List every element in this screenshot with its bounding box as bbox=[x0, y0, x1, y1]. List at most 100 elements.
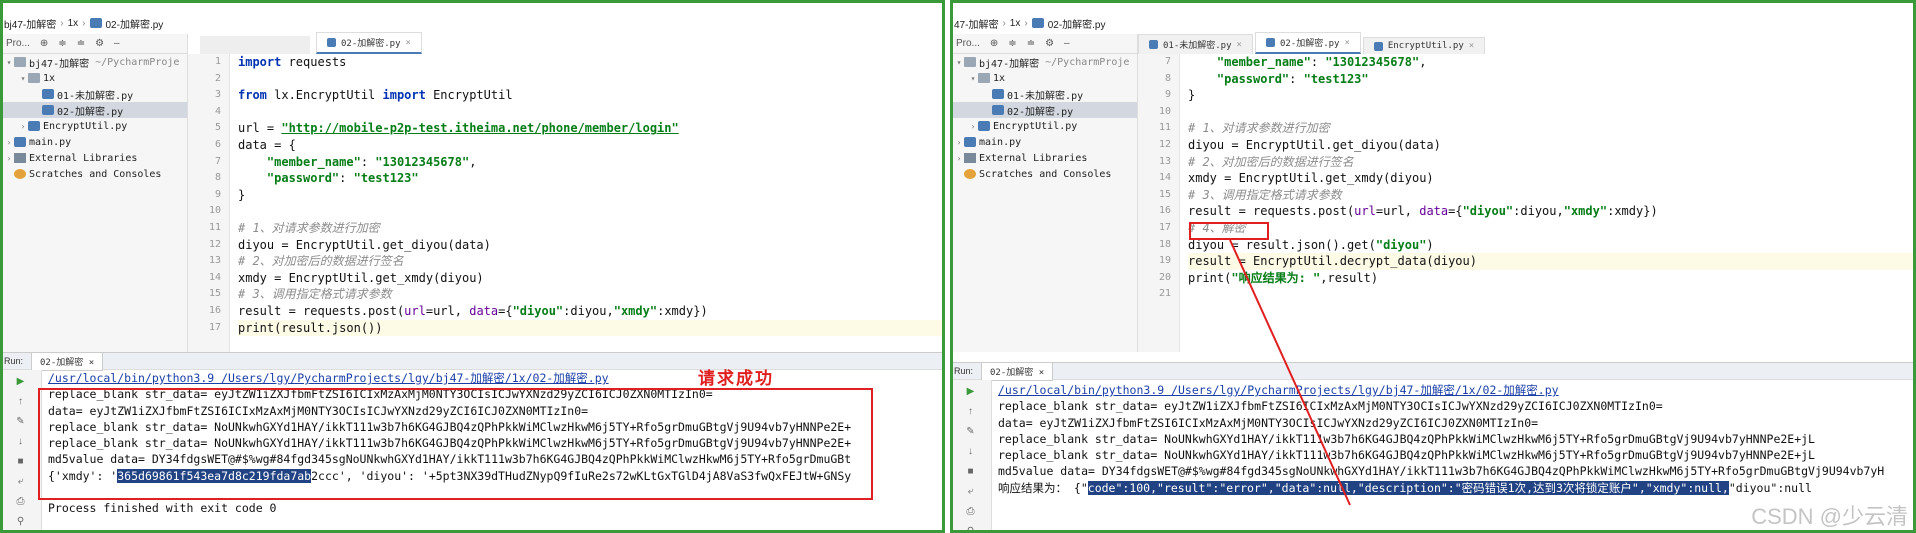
py-file-icon bbox=[89, 15, 102, 31]
chevron-icon[interactable]: › bbox=[4, 138, 14, 147]
expand-icon[interactable]: ≐ bbox=[77, 38, 85, 49]
tree-item[interactable]: › EncryptUtil.py bbox=[0, 118, 187, 134]
breadcrumb-file[interactable]: 02-加解密.py bbox=[106, 16, 164, 31]
print-icon[interactable]: ⎙ bbox=[967, 506, 975, 517]
tree-item[interactable]: Scratches and Consoles bbox=[0, 166, 187, 182]
tab-02-py[interactable]: 02-加解密.py × bbox=[1254, 32, 1361, 54]
tab-02-py[interactable]: 02-加解密.py × bbox=[316, 32, 422, 54]
tree-item[interactable]: ▾ 1x bbox=[950, 70, 1137, 86]
run-console[interactable]: /usr/local/bin/python3.9 /Users/lgy/Pych… bbox=[48, 370, 945, 533]
line-number: 9 bbox=[1164, 89, 1171, 101]
chevron-icon[interactable]: ▾ bbox=[18, 74, 28, 83]
tree-item[interactable]: ▾ 1x bbox=[0, 70, 187, 86]
breadcrumb-folder[interactable]: 1x bbox=[1010, 18, 1021, 29]
code-content[interactable]: import requests from lx.EncryptUtil impo… bbox=[238, 54, 945, 337]
tab-encryptutil-py[interactable]: EncryptUtil.py × bbox=[1362, 37, 1486, 54]
tree-item[interactable]: › main.py bbox=[950, 134, 1137, 150]
breadcrumb-project[interactable]: bj47-加解密 bbox=[4, 16, 56, 31]
down-icon[interactable]: ↓ bbox=[968, 446, 973, 457]
console-command[interactable]: /usr/local/bin/python3.9 /Users/lgy/Pych… bbox=[48, 370, 945, 386]
tree-item[interactable]: Scratches and Consoles bbox=[950, 166, 1137, 182]
chevron-icon[interactable]: › bbox=[954, 138, 964, 147]
tree-item[interactable]: 02-加解密.py bbox=[950, 102, 1137, 118]
chevron-icon[interactable]: › bbox=[968, 122, 978, 131]
tree-item[interactable]: ▾ bj47-加解密 ~/PycharmProje bbox=[0, 54, 187, 70]
close-icon[interactable]: × bbox=[1344, 38, 1349, 48]
py-file-icon bbox=[28, 121, 40, 131]
collapse-icon[interactable]: ≑ bbox=[58, 38, 66, 49]
code-editor[interactable]: 7 8 9 10 11 12 13 14 15 16 17 18 19 20 21 "member_name… bbox=[1138, 54, 1916, 352]
chevron-icon[interactable]: › bbox=[954, 154, 964, 163]
locate-icon[interactable]: ⊕ bbox=[990, 38, 998, 49]
run-toolbar: Run: 02-加解密 × bbox=[0, 351, 945, 371]
down-icon[interactable]: ↓ bbox=[18, 436, 23, 447]
pin-icon[interactable]: ⚲ bbox=[967, 526, 974, 533]
chevron-icon[interactable]: ▾ bbox=[4, 58, 14, 67]
hide-icon[interactable]: – bbox=[114, 38, 120, 49]
code-line: # 4、解密 bbox=[1188, 220, 1246, 235]
gear-icon[interactable]: ⚙ bbox=[95, 38, 104, 49]
tree-item[interactable]: 02-加解密.py bbox=[0, 102, 187, 118]
chevron-icon[interactable]: › bbox=[18, 122, 28, 131]
wrench-icon[interactable]: ✎ bbox=[966, 426, 974, 437]
code-line: "member_name": "13012345678", bbox=[1216, 55, 1427, 69]
breadcrumb-file[interactable]: 02-加解密.py bbox=[1048, 16, 1106, 31]
wrench-icon[interactable]: ✎ bbox=[16, 416, 24, 427]
tab-01-py[interactable]: 01-未加解密.py × bbox=[1138, 34, 1253, 54]
locate-icon[interactable]: ⊕ bbox=[40, 38, 48, 49]
chevron-icon[interactable]: ▾ bbox=[954, 58, 964, 67]
wrap-icon[interactable]: ⤶ bbox=[18, 476, 24, 487]
run-tab[interactable]: 02-加解密 × bbox=[981, 361, 1054, 381]
tree-item[interactable]: 01-未加解密.py bbox=[0, 86, 187, 102]
up-icon[interactable]: ↑ bbox=[968, 406, 973, 417]
run-tab[interactable]: 02-加解密 × bbox=[31, 351, 104, 371]
code-editor[interactable]: 1 2 3 4 5 6 7 8 9 10 11 12 13 14 15 16 17 import request… bbox=[188, 54, 945, 352]
tree-item[interactable]: › main.py bbox=[0, 134, 187, 150]
expand-icon[interactable]: ≐ bbox=[1027, 38, 1035, 49]
console-response-line: {'xmdy': '365d69861f543ea7d8c219fda7ab2c… bbox=[48, 468, 945, 484]
gear-icon[interactable]: ⚙ bbox=[1045, 38, 1054, 49]
folder-icon bbox=[964, 57, 976, 67]
close-icon[interactable]: × bbox=[1469, 41, 1474, 51]
pin-icon[interactable]: ⚲ bbox=[17, 516, 24, 527]
up-icon[interactable]: ↑ bbox=[18, 396, 23, 407]
chevron-icon[interactable]: › bbox=[4, 154, 14, 163]
tab-label: 01-未加解密.py bbox=[1163, 41, 1232, 51]
console-line: md5value data= DY34fdgsWET@#$%wg#84fgd34… bbox=[998, 464, 1885, 479]
py-file-icon bbox=[1373, 41, 1383, 51]
tree-item[interactable]: › External Libraries bbox=[950, 150, 1137, 166]
close-icon[interactable]: × bbox=[1237, 40, 1242, 50]
tree-item[interactable]: › External Libraries bbox=[0, 150, 187, 166]
rerun-icon[interactable]: ▶ bbox=[967, 386, 975, 397]
project-view-dropdown[interactable]: Pro... bbox=[6, 38, 30, 49]
chevron-icon[interactable]: ▾ bbox=[968, 74, 978, 83]
project-view-dropdown[interactable]: Pro... bbox=[956, 38, 980, 49]
py-file-icon bbox=[327, 38, 336, 47]
breadcrumb-folder[interactable]: 1x bbox=[68, 18, 79, 29]
wrap-icon[interactable]: ⤶ bbox=[968, 486, 974, 497]
stop-icon[interactable]: ■ bbox=[17, 456, 23, 467]
collapse-icon[interactable]: ≑ bbox=[1008, 38, 1016, 49]
breadcrumb-project[interactable]: 47-加解密 bbox=[954, 16, 998, 31]
code-line: # 2、对加密后的数据进行签名 bbox=[238, 254, 404, 269]
console-command[interactable]: /usr/local/bin/python3.9 /Users/lgy/Pych… bbox=[998, 382, 1916, 398]
stop-icon[interactable]: ■ bbox=[967, 466, 973, 477]
code-content[interactable]: "member_name": "13012345678", "password"… bbox=[1188, 54, 1916, 303]
tree-item[interactable]: 01-未加解密.py bbox=[950, 86, 1137, 102]
run-label: Run: bbox=[4, 356, 24, 366]
hide-icon[interactable]: – bbox=[1064, 38, 1070, 49]
rerun-icon[interactable]: ▶ bbox=[17, 376, 25, 387]
annotation-label: 请求成功 bbox=[698, 369, 774, 388]
code-line: diyou = EncryptUtil.get_diyou(data) bbox=[1188, 137, 1441, 152]
tree-item[interactable]: › EncryptUtil.py bbox=[950, 118, 1137, 134]
line-number: 16 bbox=[208, 304, 221, 316]
code-line: xmdy = EncryptUtil.get_xmdy(diyou) bbox=[1188, 171, 1434, 186]
run-tab-label: 02-加解密 bbox=[990, 367, 1034, 378]
code-line: result = EncryptUtil.decrypt_data(diyou) bbox=[1188, 253, 1916, 270]
print-icon[interactable]: ⎙ bbox=[17, 496, 25, 507]
code-line: # 1、对请求参数进行加密 bbox=[1188, 121, 1330, 136]
line-number: 2 bbox=[214, 72, 221, 84]
tree-item[interactable]: ▾ bj47-加解密 ~/PycharmProje bbox=[950, 54, 1137, 70]
close-icon[interactable]: × bbox=[406, 38, 411, 48]
